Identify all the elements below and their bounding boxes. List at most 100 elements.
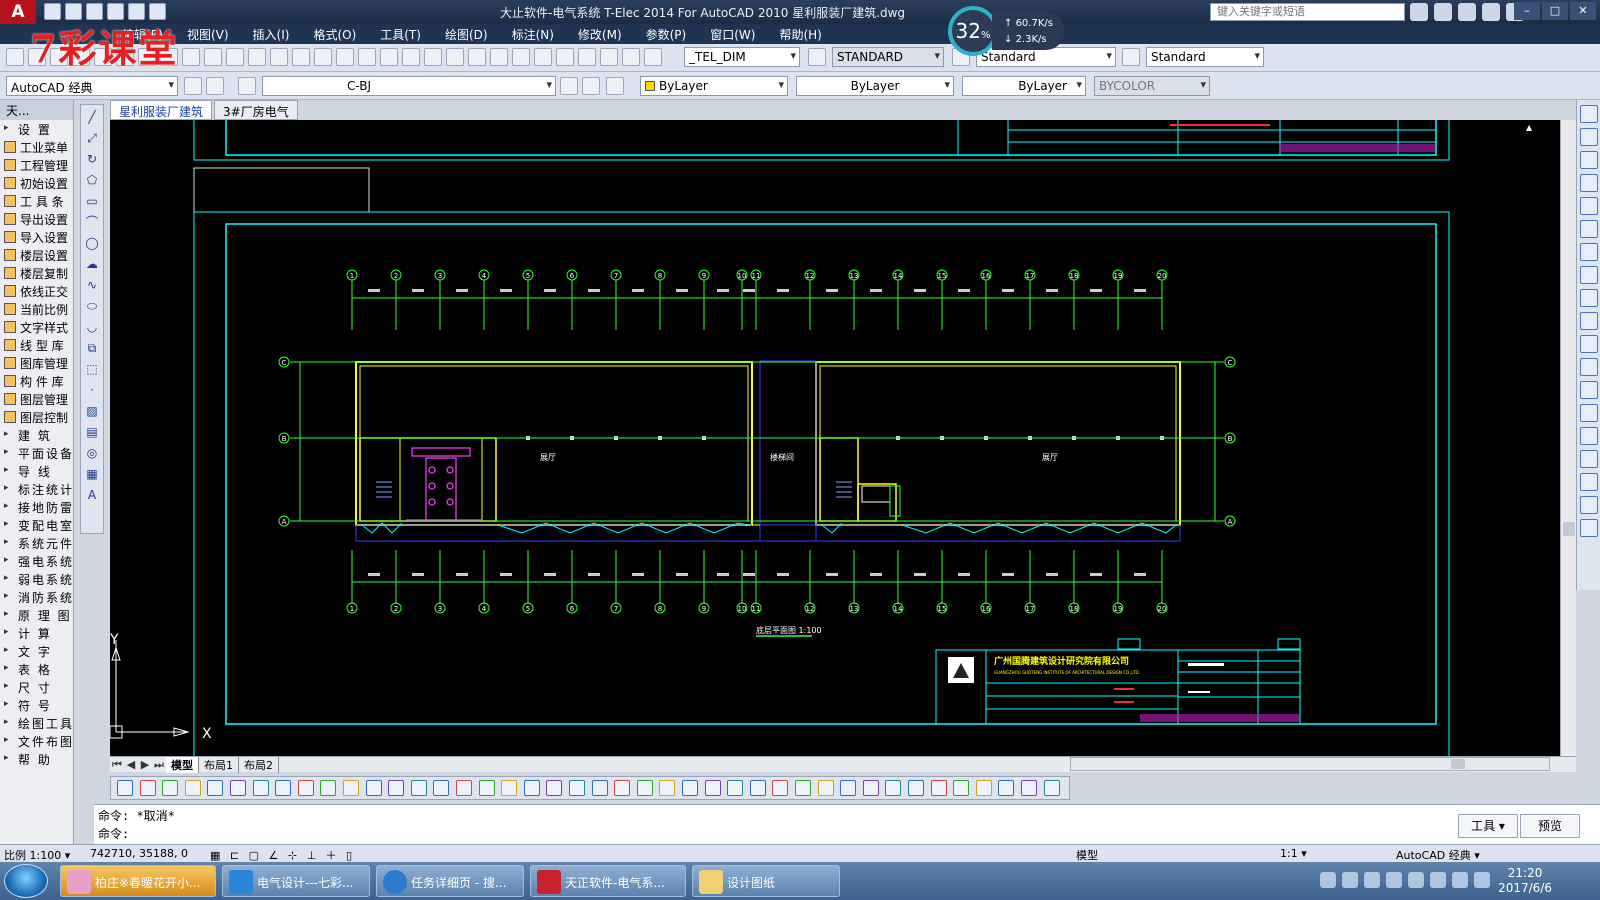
standard-tool-11-icon[interactable] — [226, 48, 244, 66]
bottom-tool-3-icon[interactable] — [162, 780, 179, 796]
line-icon[interactable]: ╱ — [83, 108, 101, 126]
satellite-icon[interactable] — [1458, 3, 1476, 21]
side-menu-section[interactable]: ▸ 建 筑 — [0, 426, 73, 444]
standard-tool-15-icon[interactable] — [314, 48, 332, 66]
bottom-tool-38-icon[interactable] — [953, 780, 970, 796]
modify-tool-10-icon[interactable] — [1580, 312, 1598, 330]
side-menu-item[interactable]: 工业菜单 — [0, 138, 73, 156]
task-search-browser[interactable]: 任务详细页 - 搜... — [376, 865, 524, 897]
polyline-icon[interactable]: ↻ — [83, 150, 101, 168]
side-menu-item[interactable]: 文字样式 — [0, 318, 73, 336]
task-music-player[interactable]: 柏庄※春暖花开小... — [60, 865, 216, 897]
workspace-switch[interactable]: AutoCAD 经典 ▾ — [1396, 847, 1480, 863]
bottom-tool-26-icon[interactable] — [682, 780, 698, 796]
modify-tool-12-icon[interactable] — [1580, 358, 1598, 376]
standard-tool-1-icon[interactable] — [6, 48, 24, 66]
side-menu-item[interactable]: 导入设置 — [0, 228, 73, 246]
bottom-tool-34-icon[interactable] — [862, 780, 879, 796]
modify-tool-16-icon[interactable] — [1580, 450, 1598, 468]
bottom-tool-12-icon[interactable] — [365, 780, 382, 796]
standard-tool-33-icon[interactable] — [1122, 48, 1140, 66]
standard-tool-17-icon[interactable] — [358, 48, 376, 66]
help-search-input[interactable] — [1210, 3, 1405, 21]
standard-tool-28-icon[interactable] — [600, 48, 618, 66]
bottom-tool-42-icon[interactable] — [1043, 780, 1060, 796]
command-prompt[interactable]: 命令: — [94, 823, 1600, 841]
side-menu-item[interactable]: 线 型 库 — [0, 336, 73, 354]
side-menu-item[interactable]: 工程管理 — [0, 156, 73, 174]
menu-item[interactable]: 视图(V) — [175, 24, 241, 44]
menu-item[interactable]: 绘图(D) — [433, 24, 500, 44]
side-menu-item[interactable]: 导出设置 — [0, 210, 73, 228]
tab-layout1[interactable]: 布局1 — [199, 756, 239, 773]
side-menu-section[interactable]: ▸ 帮 助 — [0, 750, 73, 768]
workspace-select[interactable]: AutoCAD 经典 — [6, 76, 178, 96]
modify-tool-7-icon[interactable] — [1580, 243, 1598, 261]
side-menu-section[interactable]: ▸ 文件布图 — [0, 732, 73, 750]
bottom-tool-37-icon[interactable] — [930, 780, 947, 796]
side-menu-section[interactable]: ▸ 设 置 — [0, 120, 73, 138]
volume-icon[interactable] — [1474, 872, 1490, 888]
maximize-button[interactable]: □ — [1542, 2, 1568, 20]
standard-tool-13-icon[interactable] — [270, 48, 288, 66]
side-menu-item[interactable]: 楼层复制 — [0, 264, 73, 282]
modify-tool-8-icon[interactable] — [1580, 266, 1598, 284]
side-menu-item[interactable]: 依线正交 — [0, 282, 73, 300]
gradient-icon[interactable]: ▤ — [83, 423, 101, 441]
standard-tool-30-icon[interactable] — [644, 48, 662, 66]
arc-icon[interactable]: ⌒ — [83, 213, 101, 231]
spline-icon[interactable]: ∿ — [83, 276, 101, 294]
tools-dropdown-button[interactable]: 工具 ▾ — [1458, 814, 1518, 838]
side-menu-item[interactable]: 楼层设置 — [0, 246, 73, 264]
modify-tool-6-icon[interactable] — [1580, 220, 1598, 238]
side-menu-section[interactable]: ▸ 尺 寸 — [0, 678, 73, 696]
bottom-tool-27-icon[interactable] — [704, 780, 721, 796]
bottom-tool-33-icon[interactable] — [840, 780, 857, 796]
modify-tool-3-icon[interactable] — [1580, 151, 1598, 169]
side-menu-item[interactable]: 图层控制 — [0, 408, 73, 426]
bottom-tool-10-icon[interactable] — [320, 780, 337, 796]
side-menu-item[interactable]: 图库管理 — [0, 354, 73, 372]
bottom-tool-19-icon[interactable] — [523, 780, 540, 796]
modify-tool-4-icon[interactable] — [1580, 174, 1598, 192]
minimize-button[interactable]: – — [1514, 2, 1540, 20]
drafting-toggles[interactable]: ▦ ⊏ ▢ ∠ ⊹ ⊥ ＋ ▯ — [210, 847, 355, 863]
side-menu-section[interactable]: ▸ 强电系统 — [0, 552, 73, 570]
help-tray-icon[interactable] — [1342, 872, 1358, 888]
modify-tool-14-icon[interactable] — [1580, 404, 1598, 422]
side-menu-section[interactable]: ▸ 计 算 — [0, 624, 73, 642]
standard-tool-16-icon[interactable] — [336, 48, 354, 66]
bottom-tool-28-icon[interactable] — [727, 780, 744, 796]
side-menu-item[interactable]: 初始设置 — [0, 174, 73, 192]
layer-tool-2-icon[interactable] — [206, 77, 224, 95]
layer-tool-5-icon[interactable] — [582, 77, 600, 95]
bottom-tool-9-icon[interactable] — [297, 780, 314, 796]
bottom-tool-6-icon[interactable] — [230, 780, 246, 796]
tab-model[interactable]: 模型 — [166, 756, 199, 773]
bottom-tool-24-icon[interactable] — [636, 780, 653, 796]
layer-tool-4-icon[interactable] — [560, 77, 578, 95]
expand-tray-icon[interactable] — [1364, 872, 1380, 888]
bottom-tool-36-icon[interactable] — [908, 780, 924, 796]
bottom-tool-18-icon[interactable] — [501, 780, 518, 796]
side-menu-item[interactable]: 工 具 条 — [0, 192, 73, 210]
bottom-tool-7-icon[interactable] — [252, 780, 269, 796]
bottom-tool-35-icon[interactable] — [885, 780, 902, 796]
model-space-button[interactable]: 模型 — [1076, 847, 1098, 863]
menu-item[interactable]: 窗口(W) — [698, 24, 767, 44]
ellipse-arc-icon[interactable]: ◡ — [83, 318, 101, 336]
start-button[interactable] — [4, 864, 48, 898]
standard-tool-12-icon[interactable] — [248, 48, 266, 66]
command-window[interactable]: 命令: *取消* 命令: — [94, 804, 1600, 844]
bottom-tool-4-icon[interactable] — [184, 780, 201, 796]
star-icon[interactable] — [1482, 3, 1500, 21]
standard-tool-19-icon[interactable] — [402, 48, 420, 66]
antivirus-icon[interactable] — [1452, 872, 1468, 888]
linetype-select[interactable]: ByLayer — [796, 76, 954, 96]
standard-tool-24-icon[interactable] — [512, 48, 530, 66]
side-menu-item[interactable]: 图层管理 — [0, 390, 73, 408]
layer-tool-6-icon[interactable] — [606, 77, 624, 95]
task-folder-drawings[interactable]: 设计图纸 — [692, 865, 840, 897]
menu-item[interactable]: 帮助(H) — [767, 24, 833, 44]
side-menu-section[interactable]: ▸ 变配电室 — [0, 516, 73, 534]
